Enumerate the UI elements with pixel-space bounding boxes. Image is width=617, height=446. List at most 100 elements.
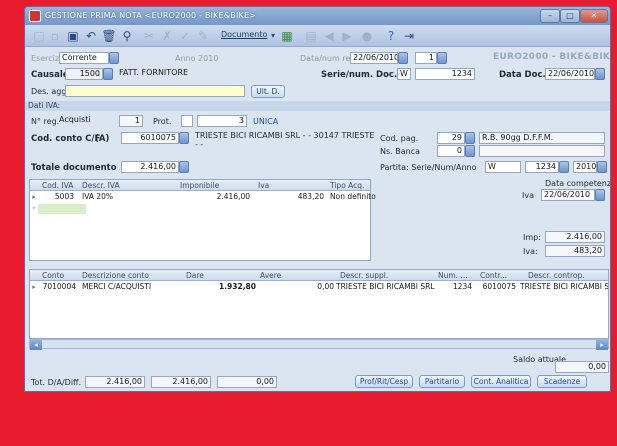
row-selector-icon: ▸: [32, 283, 36, 291]
cod-conto-label: Cod. conto C/F: [31, 134, 101, 144]
check-icon[interactable]: ✓: [177, 28, 193, 44]
iva-tipo-cell[interactable]: Non definito: [330, 192, 376, 201]
circle-icon[interactable]: ●: [359, 28, 375, 44]
totale-field[interactable]: 2.416,00: [121, 161, 179, 173]
calculator-icon[interactable]: [179, 161, 189, 173]
ns-banca-dropdown[interactable]: [465, 145, 475, 157]
nreg-label: N° reg.: [31, 117, 60, 126]
causale-dropdown[interactable]: [103, 68, 113, 80]
maximize-button[interactable]: □: [560, 9, 580, 23]
competenza-date-field[interactable]: 22/06/2010: [541, 189, 595, 201]
num-reg-dropdown[interactable]: [437, 52, 447, 64]
prima-nota-window: GESTIONE PRIMA NOTA <EURO2000 - BIKE&BIK…: [24, 6, 611, 392]
data-doc-calendar-icon[interactable]: [595, 68, 605, 80]
cod-conto-field[interactable]: 6010075: [121, 132, 179, 144]
undo-icon[interactable]: ↶: [83, 28, 99, 44]
partita-num-field[interactable]: 1234: [525, 161, 559, 173]
iva-grid-header: Cod. IVA Descr. IVA Imponibile Iva Tipo …: [30, 180, 370, 191]
partita-num-dropdown[interactable]: [559, 161, 569, 173]
num-reg-field[interactable]: 1: [415, 52, 437, 64]
data-reg-field[interactable]: 22/06/2010: [350, 52, 398, 64]
iva-total: 483,20: [545, 245, 605, 257]
iva-descr-cell[interactable]: IVA 20%: [82, 192, 113, 201]
ult-d-button[interactable]: Ult. D.: [251, 85, 285, 98]
num-cell[interactable]: 1234: [438, 282, 472, 291]
conto-cell[interactable]: 7010004: [40, 282, 76, 291]
serie-field[interactable]: W: [397, 68, 411, 80]
save-icon[interactable]: ▣: [65, 28, 81, 44]
prot-serie-field[interactable]: [181, 115, 193, 127]
partita-anno-dropdown[interactable]: [597, 161, 607, 173]
col-conto: Conto: [42, 271, 65, 280]
des-agg-field[interactable]: [65, 85, 245, 97]
descr-controp-cell[interactable]: TRIESTE BICI RICAMBI S: [520, 282, 608, 291]
num-doc-field[interactable]: 1234: [415, 68, 475, 80]
delete-icon[interactable]: 🗑: [101, 28, 117, 44]
cod-pag-label: Cod. pag.: [380, 134, 419, 143]
data-doc-field[interactable]: 22/06/2010: [545, 68, 595, 80]
partita-label: Partita: Serie/Num/Anno: [380, 163, 477, 172]
cod-conto-dropdown[interactable]: [179, 132, 189, 144]
causale-code-field[interactable]: 1500: [65, 68, 103, 80]
cont-analitica-button[interactable]: Cont. Analitica: [471, 375, 531, 388]
scroll-left-icon[interactable]: ◂: [30, 340, 42, 350]
anno-label: Anno 2010: [175, 54, 219, 63]
iva-cod-cell[interactable]: 5003: [42, 192, 74, 201]
table-row[interactable]: ▸ 7010004 MERCI C/ACQUISTI 1.932,80 0,00…: [30, 282, 608, 293]
prot-num-field[interactable]: 3: [197, 115, 247, 127]
grid-icon[interactable]: ▦: [279, 28, 295, 44]
table-row[interactable]: ▸ 5003 IVA 20% 2.416,00 483,20 Non defin…: [30, 192, 376, 203]
cod-pag-dropdown[interactable]: [465, 132, 475, 144]
back-icon[interactable]: ◀: [321, 28, 337, 44]
ns-banca-desc: [479, 145, 605, 157]
descr-suppl-cell[interactable]: TRIESTE BICI RICAMBI SRL: [336, 282, 435, 291]
ns-banca-label: Ns. Banca: [380, 147, 420, 156]
search-icon[interactable]: ⚲: [119, 28, 135, 44]
scroll-right-icon[interactable]: ▸: [596, 340, 608, 350]
forward-icon[interactable]: ▶: [339, 28, 355, 44]
col-descr-controp: Descr. controp.: [528, 271, 585, 280]
horizontal-scrollbar[interactable]: ◂ ▸: [29, 339, 609, 350]
iva-section-title: Dati IVA:: [25, 101, 610, 111]
cancel-icon[interactable]: ✗: [159, 28, 175, 44]
help-icon[interactable]: ?: [383, 28, 399, 44]
scadenze-button[interactable]: Scadenze: [537, 375, 587, 388]
causale-desc: FATT. FORNITORE: [119, 68, 189, 77]
cod-pag-field[interactable]: 29: [437, 132, 465, 144]
partitario-button[interactable]: Partitario: [419, 375, 465, 388]
esercizio-dropdown[interactable]: [109, 52, 119, 64]
edit-icon[interactable]: ✎: [195, 28, 211, 44]
documento-menu[interactable]: Documento: [221, 30, 267, 39]
ns-banca-field[interactable]: 0: [437, 145, 465, 157]
partita-anno-field[interactable]: 2010: [573, 161, 597, 173]
new-icon[interactable]: □: [31, 28, 47, 44]
window-title: GESTIONE PRIMA NOTA <EURO2000 - BIKE&BIK…: [45, 11, 257, 20]
minimize-button[interactable]: –: [540, 9, 560, 23]
dare-cell[interactable]: 1.932,80: [186, 282, 256, 291]
descr-conto-cell[interactable]: MERCI C/ACQUISTI: [82, 282, 151, 291]
competenza-calendar-icon[interactable]: [595, 189, 605, 201]
fornitore-desc: TRIESTE BICI RICAMBI SRL - - 30147 TRIES…: [195, 131, 375, 140]
col-avere: Avere: [260, 271, 282, 280]
contr-cell[interactable]: 6010075: [476, 282, 516, 291]
open-icon[interactable]: ▫: [47, 28, 63, 44]
col-descr-iva: Descr. IVA: [82, 181, 120, 190]
prof-rit-cesp-button[interactable]: Prof/Rit/Cesp: [355, 375, 413, 388]
col-tipo-acq: Tipo Acq.: [330, 181, 365, 190]
calendar-icon[interactable]: [398, 52, 408, 64]
iva-imponibile-cell[interactable]: 2.416,00: [180, 192, 250, 201]
data-doc-label: Data Doc.: [499, 70, 546, 80]
print-icon[interactable]: ▤: [303, 28, 319, 44]
cut-icon[interactable]: ✂: [141, 28, 157, 44]
row-selector-icon: ▸: [32, 193, 36, 201]
close-button[interactable]: ✕: [580, 9, 608, 23]
iva-iva-cell[interactable]: 483,20: [258, 192, 324, 201]
partita-serie-field[interactable]: W: [485, 161, 521, 173]
iva-total-label: Iva:: [523, 247, 538, 256]
esercizio-select[interactable]: Corrente: [59, 52, 109, 64]
avere-cell[interactable]: 0,00: [260, 282, 334, 291]
new-row[interactable]: [38, 204, 86, 214]
serie-label: Serie/num. Doc.: [321, 70, 398, 80]
exit-icon[interactable]: ⇥: [401, 28, 417, 44]
col-contr: Contr...: [480, 271, 508, 280]
